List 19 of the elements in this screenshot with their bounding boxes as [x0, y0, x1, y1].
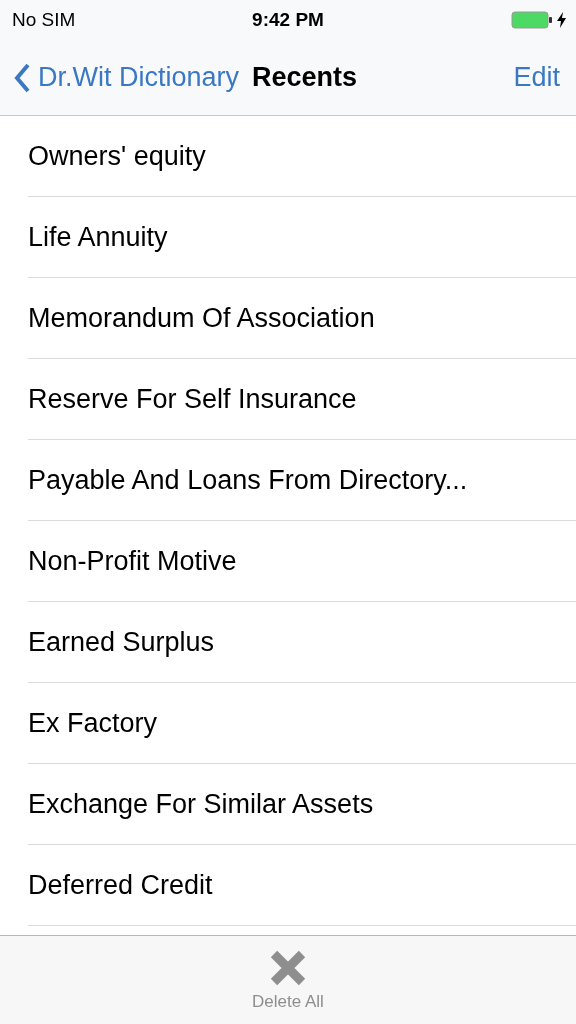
recent-item[interactable]: Deferred Credit	[28, 845, 576, 926]
nav-title: Recents	[252, 62, 358, 93]
close-icon	[268, 948, 308, 988]
recent-item[interactable]: Life Annuity	[28, 197, 576, 278]
recent-item[interactable]: Ex Factory	[28, 683, 576, 764]
recent-item[interactable]: Memorandum Of Association	[28, 278, 576, 359]
charging-icon	[557, 12, 566, 28]
carrier: No SIM	[12, 9, 76, 31]
clock: 9:42 PM	[252, 9, 324, 31]
recent-item[interactable]: Non-Profit Motive	[28, 521, 576, 602]
recent-item[interactable]: Exchange For Similar Assets	[28, 764, 576, 845]
chevron-left-icon	[14, 62, 30, 93]
recent-item[interactable]: Earned Surplus	[28, 602, 576, 683]
edit-button[interactable]: Edit	[513, 62, 560, 93]
recent-item[interactable]: Reserve For Self Insurance	[28, 359, 576, 440]
recent-item[interactable]: Owners' equity	[28, 116, 576, 197]
recent-item[interactable]: Payable And Loans From Directory...	[28, 440, 576, 521]
back-button[interactable]: Dr.Wit Dictionary	[14, 62, 240, 93]
battery-icon	[511, 11, 553, 29]
